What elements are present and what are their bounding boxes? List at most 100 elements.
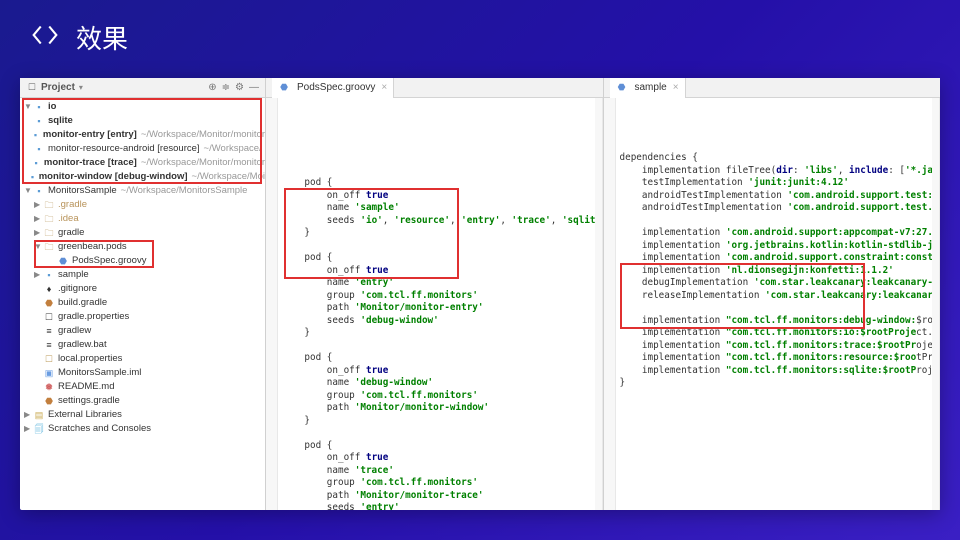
code-line: implementation "com.tcl.ff.monitors:sqli… — [620, 365, 941, 378]
file-icon: 🞎 — [43, 311, 55, 323]
tree-row[interactable]: ▪monitor-entry [entry]~/Workspace/Monito… — [20, 128, 265, 142]
expand-icon[interactable]: ▶ — [34, 226, 42, 240]
tree-row[interactable]: ▣MonitorsSample.iml — [20, 366, 265, 380]
tree-label: Scratches and Consoles — [48, 422, 151, 436]
module-icon: ▪ — [29, 171, 35, 183]
code-line: on_off true — [282, 452, 603, 465]
tree-label: gradlew — [58, 324, 91, 338]
file-icon: ⬣ — [43, 297, 55, 309]
tree-row[interactable]: ▶🗐Scratches and Consoles — [20, 422, 265, 436]
tree-label: monitor-entry [entry] — [43, 128, 137, 142]
tree-row[interactable]: ▼▪MonitorsSample ~/Workspace/MonitorsSamp… — [20, 184, 265, 198]
tree-row[interactable]: ▼🗀greenbean.pods — [20, 240, 265, 254]
code-icon — [28, 18, 62, 57]
tree-row[interactable]: ⬣PodsSpec.groovy — [20, 254, 265, 268]
tree-row[interactable]: 🞎local.properties — [20, 352, 265, 366]
tree-row[interactable]: ▶🗀gradle — [20, 226, 265, 240]
module-icon: ▪ — [33, 115, 45, 127]
expand-icon[interactable]: ▼ — [24, 184, 32, 198]
tree-row[interactable]: ⬣settings.gradle — [20, 394, 265, 408]
module-icon: ▪ — [43, 269, 55, 281]
tree-row[interactable]: ▪ monitor-window [debug-window] ~/Workspac… — [20, 170, 265, 184]
code-line: on_off true — [282, 365, 603, 378]
tree-row[interactable]: ♦.gitignore — [20, 282, 265, 296]
tab-sample[interactable]: ⬣ sample × — [610, 78, 686, 98]
expand-icon[interactable]: ▼ — [34, 240, 42, 254]
expand-icon[interactable]: ▶ — [24, 422, 32, 436]
folder-icon: 🗀 — [43, 213, 55, 225]
tree-label: monitor-window [debug-window] — [39, 170, 188, 184]
tree-label: MonitorsSample — [48, 184, 117, 198]
code-line — [620, 215, 941, 228]
code-line: path 'Monitor/monitor-trace' — [282, 490, 603, 503]
tree-row[interactable]: ≡gradlew.bat — [20, 338, 265, 352]
code-line: path 'Monitor/monitor-entry' — [282, 302, 603, 315]
folder-icon: 🗀 — [43, 199, 55, 211]
close-icon[interactable]: × — [673, 82, 679, 93]
module-icon: ▪ — [33, 185, 45, 197]
code-line — [282, 165, 603, 178]
folder-icon: 🗀 — [43, 241, 55, 253]
code-line: pod { — [282, 352, 603, 365]
code-editor-right[interactable]: dependencies { implementation fileTree(d… — [604, 98, 941, 510]
expand-icon[interactable]: ▶ — [34, 198, 42, 212]
expand-icon[interactable]: ▶ — [34, 212, 42, 226]
file-icon: ⬣ — [43, 395, 55, 407]
tree-row[interactable]: ▪sqlite — [20, 114, 265, 128]
sort-icon[interactable]: ≑ — [222, 82, 230, 93]
code-line — [282, 427, 603, 440]
project-tree[interactable]: ▼▪io▪sqlite▪monitor-entry [entry]~/Works… — [20, 98, 265, 510]
scratch-icon: 🗐 — [33, 423, 45, 435]
ide-window: 🞎 Project ▾ ⊕ ≑ ⚙ — ▼▪io▪sqlite▪monitor-… — [20, 78, 940, 510]
expand-icon[interactable]: ▶ — [24, 408, 32, 422]
tree-row[interactable]: ▶▤External Libraries — [20, 408, 265, 422]
project-panel-header[interactable]: 🞎 Project ▾ ⊕ ≑ ⚙ — — [20, 78, 265, 98]
gradle-icon: ⬣ — [616, 82, 628, 94]
minimize-icon[interactable]: — — [249, 82, 259, 93]
code-line: name 'debug-window' — [282, 377, 603, 390]
code-editor-mid[interactable]: pod { on_off true name 'sample' seeds 'i… — [266, 98, 603, 510]
tree-label: gradlew.bat — [58, 338, 107, 352]
code-line: } — [282, 227, 603, 240]
tree-label: monitor-resource-android [resource] — [48, 142, 200, 156]
tree-path: ~/Workspace/MonitorsSample — [121, 184, 248, 198]
tree-label: .gradle — [58, 198, 87, 212]
close-icon[interactable]: × — [381, 82, 387, 93]
expand-icon[interactable]: ▶ — [34, 268, 42, 282]
library-icon: ▤ — [33, 409, 45, 421]
code-line: seeds 'debug-window' — [282, 315, 603, 328]
dropdown-icon: ▾ — [79, 83, 83, 92]
tree-row[interactable]: ▶▪sample — [20, 268, 265, 282]
file-icon: ♦ — [43, 283, 55, 295]
tree-row[interactable]: ≡gradlew — [20, 324, 265, 338]
tree-label: monitor-trace [trace] — [44, 156, 137, 170]
gear-icon[interactable]: ⚙ — [235, 82, 244, 93]
code-line: releaseImplementation 'com.star.leakcana… — [620, 290, 941, 303]
tree-label: gradle — [58, 226, 84, 240]
tab-podsspec[interactable]: ⬣ PodsSpec.groovy × — [272, 78, 394, 98]
tree-row[interactable]: ▼▪io — [20, 100, 265, 114]
code-line: implementation 'org.jetbrains.kotlin:kot… — [620, 240, 941, 253]
expand-icon[interactable]: ▼ — [24, 100, 32, 114]
editor-middle: ⬣ PodsSpec.groovy × pod { on_off true na… — [266, 78, 603, 510]
tree-row[interactable]: ▶🗀.gradle — [20, 198, 265, 212]
tree-path: ~/Workspace/Moi — [192, 170, 265, 184]
file-icon: ▣ — [43, 367, 55, 379]
code-line: implementation fileTree(dir: 'libs', inc… — [620, 165, 941, 178]
tree-row[interactable]: ❅README.md — [20, 380, 265, 394]
code-line: name 'entry' — [282, 277, 603, 290]
tree-row[interactable]: 🞎gradle.properties — [20, 310, 265, 324]
tree-row[interactable]: ▪monitor-trace [trace]~/Workspace/Monito… — [20, 156, 265, 170]
tabbar-right: ⬣ sample × — [604, 78, 941, 98]
code-line: } — [282, 327, 603, 340]
tree-row[interactable]: ▪monitor-resource-android [resource]~/Wo… — [20, 142, 265, 156]
code-line: implementation 'com.android.support.cons… — [620, 252, 941, 265]
code-line: seeds 'io', 'resource', 'entry', 'trace'… — [282, 215, 603, 228]
slide-title: 效果 — [76, 19, 128, 56]
module-icon: ▪ — [33, 101, 45, 113]
code-line: testImplementation 'junit:junit:4.12' — [620, 177, 941, 190]
tree-row[interactable]: ▶🗀.idea — [20, 212, 265, 226]
code-line: } — [620, 377, 941, 390]
target-icon[interactable]: ⊕ — [208, 82, 216, 93]
tree-row[interactable]: ⬣build.gradle — [20, 296, 265, 310]
